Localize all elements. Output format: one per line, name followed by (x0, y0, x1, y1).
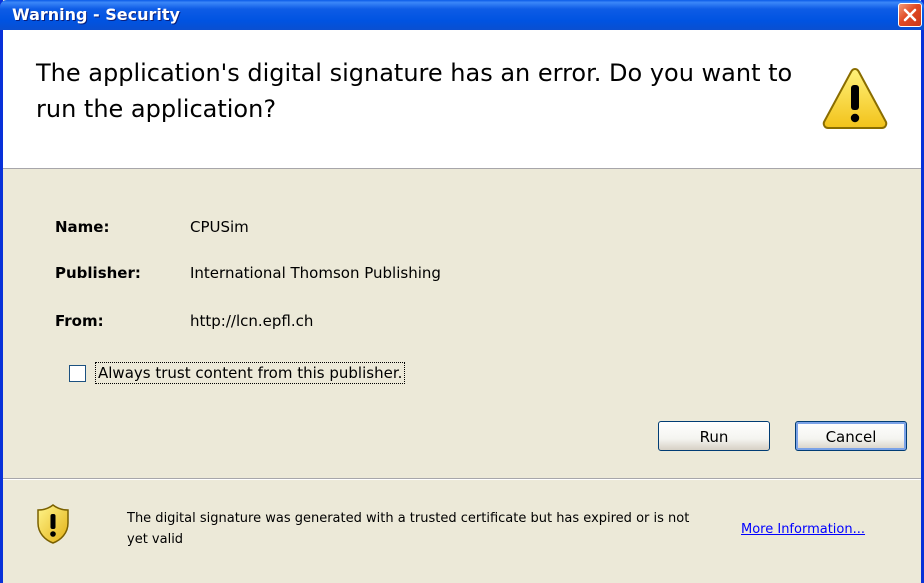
footer-message: The digital signature was generated with… (127, 511, 690, 547)
name-label: Name: (55, 218, 110, 236)
shield-warning-icon (37, 504, 69, 544)
close-icon (903, 8, 917, 22)
dialog-header: The application's digital signature has … (3, 30, 921, 169)
always-trust-checkbox[interactable] (69, 365, 86, 382)
warning-icon (822, 67, 888, 129)
publisher-value: International Thomson Publishing (190, 264, 441, 282)
cancel-button[interactable]: Cancel (795, 421, 907, 451)
publisher-label: Publisher: (55, 264, 141, 282)
close-button[interactable] (898, 3, 922, 27)
run-button[interactable]: Run (658, 421, 770, 451)
name-value: CPUSim (190, 218, 249, 236)
security-warning-dialog: Warning - Security The application's dig… (0, 0, 924, 583)
always-trust-label[interactable]: Always trust content from this publisher… (95, 362, 406, 384)
from-label: From: (55, 312, 104, 330)
more-information-link[interactable]: More Information... (741, 522, 865, 537)
footer-divider (3, 478, 921, 480)
header-message: The application's digital signature has … (36, 59, 793, 123)
window-title: Warning - Security (12, 5, 180, 24)
title-bar[interactable]: Warning - Security (0, 0, 924, 30)
from-value: http://lcn.epfl.ch (190, 312, 314, 330)
